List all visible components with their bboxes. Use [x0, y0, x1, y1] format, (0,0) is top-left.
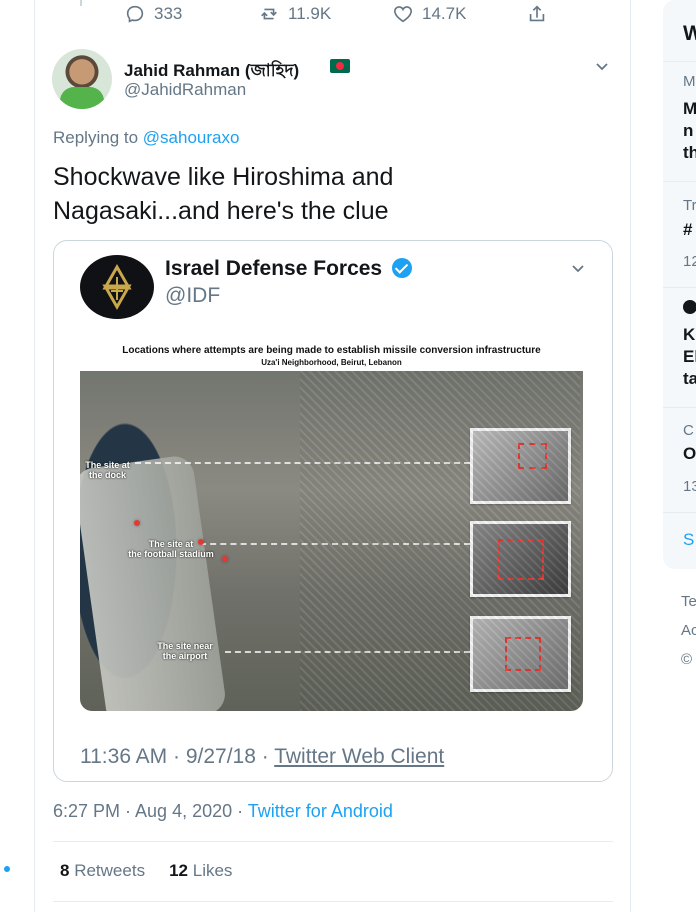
star-of-david-icon [102, 263, 132, 311]
quoted-tweet-meta: 11:36 AM · 9/27/18 · Twitter Web Client [80, 745, 444, 769]
center-column-border [630, 0, 631, 912]
image-title-block: Locations where attempts are being made … [80, 336, 583, 368]
like-count: 14.7K [422, 4, 467, 23]
idf-logo-avatar [80, 255, 154, 319]
stadium-inset-image [470, 521, 571, 597]
sidebar-divider-2 [663, 181, 696, 182]
quoted-author-name[interactable]: Israel Defense Forces [165, 257, 382, 281]
retweets-count: 8 [60, 861, 70, 880]
dock-label: The site at the dock [85, 460, 130, 480]
sidebar-item-3-icon [683, 300, 696, 314]
replying-to-prefix: Replying to [53, 128, 143, 147]
sidebar-show-more-link[interactable]: S [683, 530, 694, 550]
dock-inset-image [470, 428, 571, 504]
retweet-icon [261, 8, 277, 20]
thread-connector-line [80, 0, 82, 6]
notification-dot-icon [4, 866, 10, 872]
sidebar-item-3-line-1: K [683, 325, 696, 344]
dock-connector-line [135, 462, 470, 464]
share-button[interactable] [526, 3, 548, 25]
quoted-meta-separator: · [255, 745, 275, 768]
quoted-chevron-down-icon[interactable] [570, 260, 586, 276]
sidebar-divider-4 [663, 407, 696, 408]
bangladesh-flag-icon [330, 59, 350, 73]
tweet-text-line-1: Shockwave like Hiroshima and [53, 163, 394, 191]
like-button[interactable]: 14.7K [392, 3, 466, 25]
airport-inset-image [470, 616, 571, 692]
stadium-connector-line [200, 543, 470, 545]
reply-button[interactable]: 333 [124, 3, 182, 25]
sidebar-item-3-line-3: ta [683, 369, 696, 388]
like-icon [393, 6, 413, 23]
satellite-map: The site at the dock The site at the footb… [80, 371, 583, 711]
share-icon [529, 5, 545, 22]
tweet-client-link[interactable]: Twitter for Android [248, 801, 393, 821]
sidebar-footer-2[interactable]: Ac [681, 622, 696, 639]
sidebar-divider-3 [663, 287, 696, 288]
reply-count: 333 [154, 4, 183, 23]
stadium-label: The site at the football stadium [128, 539, 214, 559]
tweet-text: Shockwave like Hiroshima and Nagasaki...… [53, 160, 473, 228]
likes-label: Likes [192, 861, 233, 880]
quoted-time: 11:36 AM · 9/27/18 [80, 745, 256, 768]
sidebar-item-2-line-1: # [683, 220, 693, 239]
engagement-stats: 8 Retweets 12 Likes [60, 861, 232, 881]
replying-to-handle[interactable]: @sahouraxo [143, 128, 240, 147]
meta-divider [53, 841, 613, 842]
sidebar-item-1-category: M [683, 73, 696, 90]
airport-label: The site near the airport [157, 641, 213, 661]
sidebar-divider-5 [663, 512, 696, 513]
sidebar-item-4-category: C [683, 422, 694, 439]
sidebar-item-2-count: 12 [683, 253, 696, 270]
tweet-time: 6:27 PM · Aug 4, 2020 [53, 801, 233, 821]
retweets-link[interactable]: 8 Retweets [60, 861, 145, 881]
top-tweet-actions: 333 11.9K 14.7K [124, 3, 554, 28]
tweet-meta-separator: · [232, 801, 248, 821]
likes-count: 12 [169, 861, 188, 880]
retweets-label: Retweets [74, 861, 146, 880]
quoted-client-link[interactable]: Twitter Web Client [274, 745, 444, 768]
author-handle[interactable]: @JahidRahman [124, 80, 246, 100]
sidebar-footer-1[interactable]: Te [681, 593, 696, 610]
retweet-count: 11.9K [288, 4, 332, 23]
sidebar-item-1-line-1: M [683, 99, 696, 118]
tweet-meta: 6:27 PM · Aug 4, 2020 · Twitter for Andr… [53, 801, 393, 822]
tweet-text-line-2: Nagasaki...and here's the clue [53, 197, 389, 225]
image-subtitle: Uza'i Neighborhood, Beirut, Lebanon [261, 358, 402, 367]
verified-badge-icon [392, 258, 412, 278]
quoted-author-handle[interactable]: @IDF [165, 284, 220, 308]
airport-connector-line [225, 651, 470, 653]
left-column-border [34, 0, 35, 912]
sidebar-item-3-line-2: El [683, 347, 696, 366]
retweet-button[interactable]: 11.9K [258, 3, 331, 25]
sidebar-item-2-category: Tr [683, 197, 696, 214]
dock-marker [134, 520, 140, 526]
replying-to: Replying to @sahouraxo [53, 128, 239, 148]
sidebar-item-1-line-2: n [683, 121, 694, 140]
sidebar-item-4-line-1: O [683, 444, 696, 463]
likes-link[interactable]: 12 Likes [169, 861, 232, 881]
sidebar-item-1-line-3: th [683, 143, 696, 162]
quoted-image[interactable]: Locations where attempts are being made … [80, 336, 583, 711]
avatar[interactable] [52, 49, 112, 109]
sidebar-divider-1 [663, 61, 696, 62]
chevron-down-icon[interactable] [594, 58, 610, 74]
bottom-divider [53, 901, 613, 902]
image-title: Locations where attempts are being made … [122, 345, 541, 356]
sidebar-footer-3: © [681, 651, 693, 668]
reply-icon [126, 5, 144, 23]
sidebar-item-4-count: 13 [683, 478, 696, 495]
whats-happening-card: W M M n th Tr # 12 K El ta C O 13 S [663, 0, 696, 569]
sidebar-title: W [683, 22, 696, 45]
